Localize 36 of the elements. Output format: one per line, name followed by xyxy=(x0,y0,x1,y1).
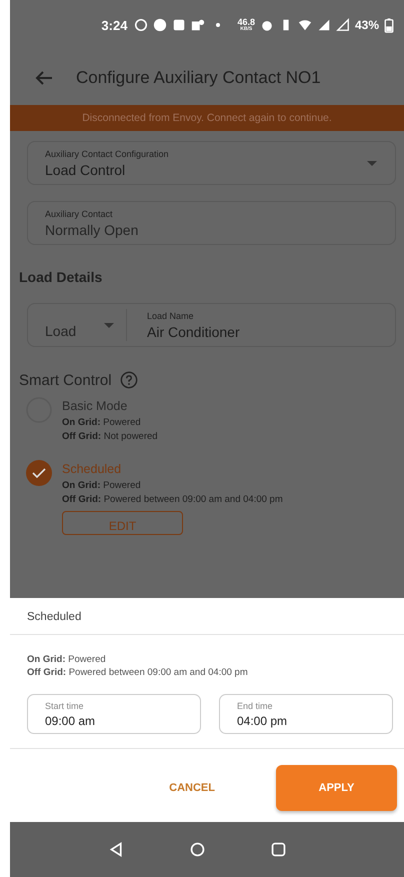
battery-icon xyxy=(384,18,394,32)
option-detail: On Grid: Powered xyxy=(62,416,141,430)
back-icon[interactable] xyxy=(108,841,124,858)
screen-title: Configure Auxiliary Contact NO1 xyxy=(76,68,321,88)
help-icon[interactable] xyxy=(120,371,138,389)
option-title: Scheduled xyxy=(62,462,122,476)
signal-icon xyxy=(316,18,331,32)
checked-radio[interactable] xyxy=(26,460,52,486)
section-heading: Smart Control xyxy=(19,372,112,388)
home-icon[interactable] xyxy=(188,841,206,858)
network-speed: 46.8 xyxy=(237,18,255,27)
cancel-button[interactable]: CANCEL xyxy=(163,781,221,795)
edit-button[interactable]: EDIT xyxy=(62,511,183,535)
sheet-title: Scheduled xyxy=(10,598,404,635)
wifi-icon xyxy=(298,18,312,32)
option-detail: On Grid: Powered xyxy=(62,479,141,493)
dot-icon xyxy=(216,23,220,27)
load-field[interactable]: Load Load Name Air Conditioner xyxy=(27,303,396,347)
battery-percent: 43% xyxy=(354,18,379,32)
section-heading: Load Details xyxy=(19,269,104,285)
option-title: Basic Mode xyxy=(62,399,128,413)
status-time: 3:24 xyxy=(101,18,128,32)
option-detail: Off Grid: Powered between 09:00 am and 04:00 pm xyxy=(62,493,283,507)
schedule-detail: Off Grid: Powered between 09:00 am and 04:00 pm xyxy=(27,666,249,679)
contact-field: Auxiliary Contact Normally Open xyxy=(27,201,396,245)
time-field[interactable]: End time 04:00 pm xyxy=(219,694,393,734)
caret-icon xyxy=(367,160,377,166)
schedule-detail: On Grid: Powered xyxy=(27,653,107,666)
time-field[interactable]: Start time 09:00 am xyxy=(27,694,201,734)
configuration-dropdown[interactable]: Auxiliary Contact Configuration Load Control xyxy=(27,141,396,185)
apply-button[interactable]: APPLY xyxy=(276,765,397,811)
signal-icon xyxy=(336,18,350,32)
caret-icon xyxy=(104,322,114,328)
option-detail: Off Grid: Not powered xyxy=(62,430,158,444)
recents-icon[interactable] xyxy=(270,841,286,858)
disconnected-banner: Disconnected from Envoy. Connect again to continue. xyxy=(10,105,404,131)
